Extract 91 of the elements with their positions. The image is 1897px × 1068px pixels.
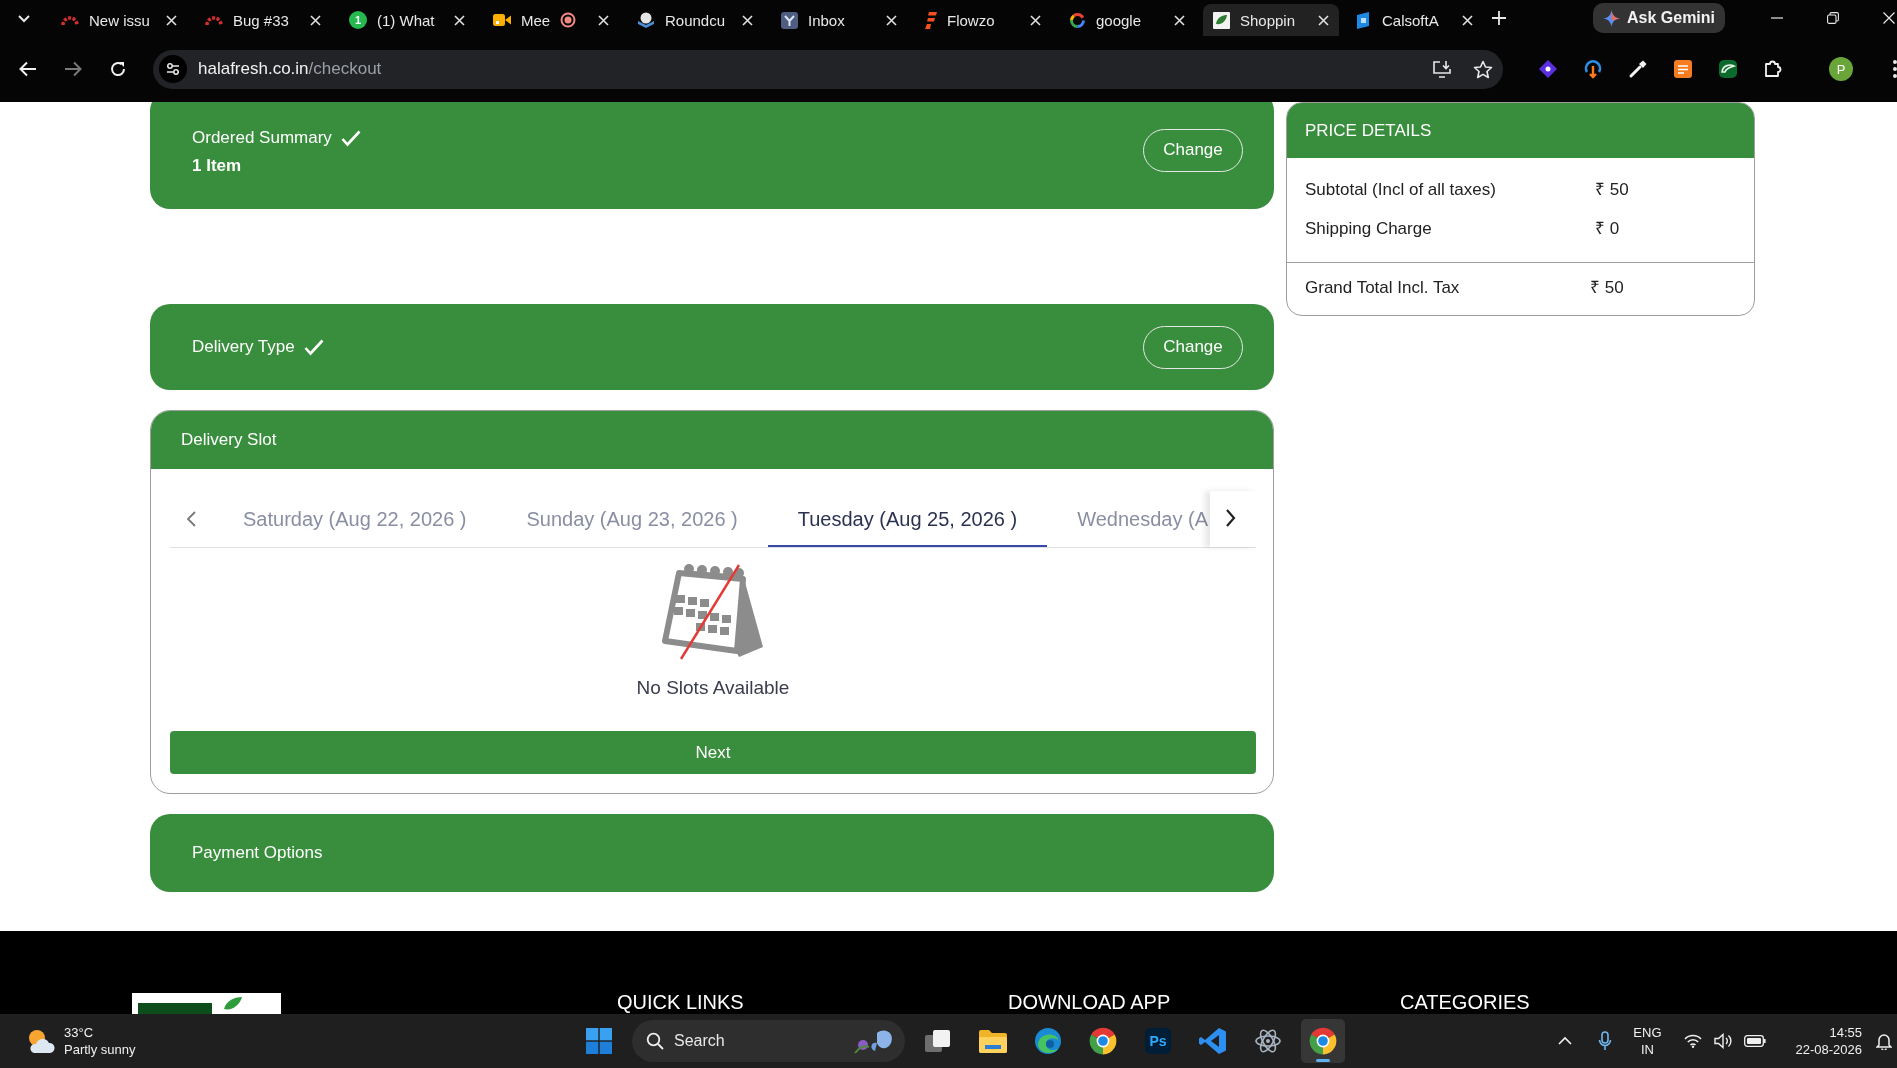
empty-message: No Slots Available [636,677,790,699]
diamond-icon[interactable] [1538,59,1558,79]
close-icon[interactable] [1883,12,1895,24]
next-button[interactable]: Next [170,731,1256,774]
ring-icon [1069,11,1086,29]
bell-icon[interactable] [1876,1032,1892,1050]
leaf-tile-icon [1213,11,1230,29]
url-text: halafresh.co.in/checkout [198,59,382,79]
swirl-icon [1034,1027,1062,1055]
tile-icon [781,11,798,29]
circle-arrow-icon[interactable] [1583,59,1603,79]
search-field[interactable]: Search [632,1020,905,1062]
total-value: ₹ 50 [1590,277,1625,299]
price-details-header: PRICE DETAILS [1287,103,1754,158]
section-title: Payment Options [192,842,323,864]
speaker-icon[interactable] [1713,1033,1732,1049]
price-value: ₹ 50 [1595,179,1630,201]
footer-heading: QUICK LINKS [617,991,745,1013]
close-icon[interactable] [1174,14,1185,26]
price-label: Subtotal (Incl of all taxes) [1305,179,1497,201]
total-label: Grand Total Incl. Tax [1305,277,1461,299]
close-icon[interactable] [454,14,465,26]
windows-icon [586,1028,612,1054]
browser-tab[interactable]: Mee [483,4,619,36]
browser-tab[interactable]: Bug #33 [195,4,331,36]
sphere-icon [637,12,655,28]
taskbar-app-button[interactable] [1301,1019,1345,1063]
folder-icon [979,1029,1007,1053]
footer-heading: DOWNLOAD APP [1008,991,1172,1013]
close-icon[interactable] [1030,14,1041,26]
segmented-circle-icon [1309,1027,1337,1055]
tile-icon [1357,11,1372,29]
more-menu-icon[interactable] [1893,60,1897,78]
close-icon[interactable] [1318,14,1329,26]
tune-icon[interactable] [159,55,187,83]
weather-text: Partly sunny [64,1041,136,1058]
monitor-download-icon[interactable] [1432,60,1452,78]
camera-icon [493,13,511,27]
footer-heading: CATEGORIES [1400,991,1531,1013]
search-icon [646,1032,664,1050]
close-icon[interactable] [598,14,609,26]
battery-icon[interactable] [1743,1035,1766,1047]
price-label: Shipping Charge [1305,218,1433,240]
arc-icon [205,14,223,26]
browser-tab[interactable]: google [1059,4,1195,36]
chevron-left-icon[interactable] [185,510,197,528]
item-count: 1 Item [192,155,243,177]
assistant-button[interactable]: Ask Gemini [1593,3,1725,33]
section-title: Delivery Type [192,336,295,358]
browser-tab[interactable]: 1 (1) What [339,4,475,36]
close-icon[interactable] [310,14,321,26]
browser-tab[interactable]: New issu [51,4,187,36]
browser-tab[interactable]: Shoppin [1203,4,1339,36]
section-header: Delivery Slot [151,411,1273,469]
chevron-up-icon[interactable] [1558,1036,1573,1046]
segmented-circle-icon [1089,1027,1117,1055]
address-bar[interactable]: halafresh.co.in/checkout [153,49,1503,89]
browser-tab[interactable]: Flowzo [915,4,1051,36]
close-icon[interactable] [1462,14,1473,26]
forward-arrow-icon[interactable] [64,61,82,77]
clock-button[interactable]: 14:55 22-08-2026 [1795,1024,1862,1058]
wifi-icon[interactable] [1683,1034,1702,1048]
close-icon[interactable] [886,14,897,26]
restore-icon[interactable] [1827,12,1839,24]
section-title: Ordered Summary [192,127,332,149]
browser-tab[interactable]: Inbox [771,4,907,36]
arc-icon [61,14,79,26]
eyedropper-icon[interactable] [1628,59,1648,79]
puzzle-icon[interactable] [1763,59,1783,79]
sparkle-icon [1603,9,1620,27]
atom-icon [1254,1027,1282,1055]
close-icon[interactable] [742,14,753,26]
plus-icon[interactable] [1491,10,1507,26]
browser-tab[interactable]: CalsoftA [1347,4,1483,36]
back-arrow-icon[interactable] [19,61,37,77]
close-icon[interactable] [166,14,177,26]
overlapping-squares-icon [925,1029,951,1053]
reload-icon[interactable] [109,60,127,78]
note-icon[interactable] [1673,59,1693,79]
date-tab[interactable]: Tuesday (Aug 25, 2026 ) [767,491,1048,547]
price-value: ₹ 0 [1595,218,1621,240]
stripes-icon [925,11,937,29]
unread-badge: 1 [349,11,367,29]
ribbon-icon [1199,1027,1227,1055]
language-button[interactable]: ENG IN [1633,1024,1662,1058]
temperature-text: 33°C [64,1024,95,1041]
browser-tab[interactable]: Roundcu [627,4,763,36]
microphone-icon[interactable] [1598,1031,1613,1051]
star-icon[interactable] [1473,59,1493,79]
taskbar-app-button[interactable]: Ps [1136,1019,1180,1063]
app-logo: Ps [1145,1028,1171,1054]
